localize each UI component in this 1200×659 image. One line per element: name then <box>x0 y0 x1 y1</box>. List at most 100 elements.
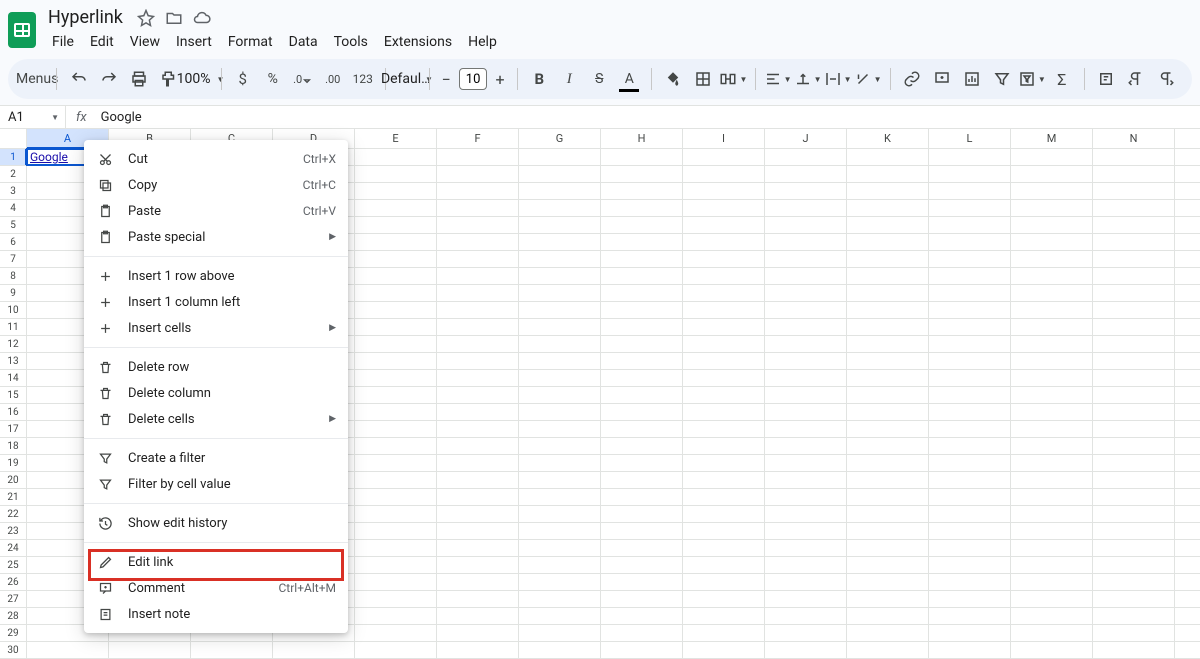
font-size-input[interactable] <box>459 68 487 90</box>
cell-M2[interactable] <box>1011 166 1093 182</box>
cell-E1[interactable] <box>355 149 437 165</box>
cell-E3[interactable] <box>355 183 437 199</box>
col-header-M[interactable]: M <box>1011 129 1093 148</box>
menu-view[interactable]: View <box>122 31 168 53</box>
row-header-10[interactable]: 10 <box>0 302 27 318</box>
cell-L6[interactable] <box>929 234 1011 250</box>
row-header-18[interactable]: 18 <box>0 438 27 454</box>
cell-I13[interactable] <box>683 353 765 369</box>
menu-insert[interactable]: Insert <box>168 31 220 53</box>
col-header-H[interactable]: H <box>601 129 683 148</box>
cell-M11[interactable] <box>1011 319 1093 335</box>
row-header-30[interactable]: 30 <box>0 642 27 658</box>
cell-K24[interactable] <box>847 540 929 556</box>
cell-K25[interactable] <box>847 557 929 573</box>
row-header-19[interactable]: 19 <box>0 455 27 471</box>
cell-J2[interactable] <box>765 166 847 182</box>
cell-J27[interactable] <box>765 591 847 607</box>
cell-N30[interactable] <box>1093 642 1175 658</box>
cell-E5[interactable] <box>355 217 437 233</box>
cell-M17[interactable] <box>1011 421 1093 437</box>
context-menu-copy[interactable]: CopyCtrl+C <box>84 172 348 198</box>
cell-L2[interactable] <box>929 166 1011 182</box>
font-dropdown[interactable]: Defaul…▼ <box>393 65 421 93</box>
context-menu-insert-cells[interactable]: Insert cells▶ <box>84 315 348 341</box>
cell-F29[interactable] <box>437 625 519 641</box>
row-header-6[interactable]: 6 <box>0 234 27 250</box>
cell-I26[interactable] <box>683 574 765 590</box>
cell-I24[interactable] <box>683 540 765 556</box>
cell-H15[interactable] <box>601 387 683 403</box>
cell-L23[interactable] <box>929 523 1011 539</box>
menu-data[interactable]: Data <box>281 31 326 53</box>
context-menu-delete-column[interactable]: Delete column <box>84 380 348 406</box>
cell-F14[interactable] <box>437 370 519 386</box>
cell-M20[interactable] <box>1011 472 1093 488</box>
cell-H30[interactable] <box>601 642 683 658</box>
cell-H18[interactable] <box>601 438 683 454</box>
cell-H13[interactable] <box>601 353 683 369</box>
cell-I8[interactable] <box>683 268 765 284</box>
cell-H5[interactable] <box>601 217 683 233</box>
row-header-4[interactable]: 4 <box>0 200 27 216</box>
cell-L1[interactable] <box>929 149 1011 165</box>
row-header-9[interactable]: 9 <box>0 285 27 301</box>
cell-G27[interactable] <box>519 591 601 607</box>
merge-cells-button[interactable]: ▼ <box>719 65 747 93</box>
cell-L27[interactable] <box>929 591 1011 607</box>
cell-M3[interactable] <box>1011 183 1093 199</box>
functions-button[interactable]: Σ <box>1048 65 1076 93</box>
italic-button[interactable]: I <box>555 65 583 93</box>
row-header-14[interactable]: 14 <box>0 370 27 386</box>
cell-D30[interactable] <box>273 642 355 658</box>
cell-I22[interactable] <box>683 506 765 522</box>
cell-J8[interactable] <box>765 268 847 284</box>
row-header-11[interactable]: 11 <box>0 319 27 335</box>
cell-F30[interactable] <box>437 642 519 658</box>
row-header-7[interactable]: 7 <box>0 251 27 267</box>
context-menu-paste[interactable]: PasteCtrl+V <box>84 198 348 224</box>
cell-L12[interactable] <box>929 336 1011 352</box>
cell-F16[interactable] <box>437 404 519 420</box>
cell-L10[interactable] <box>929 302 1011 318</box>
cell-I12[interactable] <box>683 336 765 352</box>
cell-L13[interactable] <box>929 353 1011 369</box>
cell-I17[interactable] <box>683 421 765 437</box>
cell-I29[interactable] <box>683 625 765 641</box>
cell-G21[interactable] <box>519 489 601 505</box>
cell-E6[interactable] <box>355 234 437 250</box>
cell-L29[interactable] <box>929 625 1011 641</box>
cell-G30[interactable] <box>519 642 601 658</box>
cell-G17[interactable] <box>519 421 601 437</box>
cell-G25[interactable] <box>519 557 601 573</box>
cell-J14[interactable] <box>765 370 847 386</box>
cell-J1[interactable] <box>765 149 847 165</box>
cell-N27[interactable] <box>1093 591 1175 607</box>
cell-G9[interactable] <box>519 285 601 301</box>
menus-button[interactable]: Menus <box>20 65 48 93</box>
cell-E21[interactable] <box>355 489 437 505</box>
menu-edit[interactable]: Edit <box>82 31 122 53</box>
context-menu-comment[interactable]: CommentCtrl+Alt+M <box>84 575 348 601</box>
cell-I7[interactable] <box>683 251 765 267</box>
context-menu-insert-col-left[interactable]: Insert 1 column left <box>84 289 348 315</box>
menu-tools[interactable]: Tools <box>326 31 376 53</box>
cell-K11[interactable] <box>847 319 929 335</box>
row-header-24[interactable]: 24 <box>0 540 27 556</box>
cell-E2[interactable] <box>355 166 437 182</box>
cell-F18[interactable] <box>437 438 519 454</box>
cell-J6[interactable] <box>765 234 847 250</box>
cell-N26[interactable] <box>1093 574 1175 590</box>
context-menu-insert-note[interactable]: Insert note <box>84 601 348 627</box>
cell-K7[interactable] <box>847 251 929 267</box>
cell-M21[interactable] <box>1011 489 1093 505</box>
currency-button[interactable]: $ <box>229 65 257 93</box>
insert-link-button[interactable] <box>898 65 926 93</box>
cell-I21[interactable] <box>683 489 765 505</box>
cell-M26[interactable] <box>1011 574 1093 590</box>
cell-G7[interactable] <box>519 251 601 267</box>
row-header-22[interactable]: 22 <box>0 506 27 522</box>
cell-M8[interactable] <box>1011 268 1093 284</box>
name-box[interactable]: A1▼ <box>0 105 66 129</box>
cell-H29[interactable] <box>601 625 683 641</box>
